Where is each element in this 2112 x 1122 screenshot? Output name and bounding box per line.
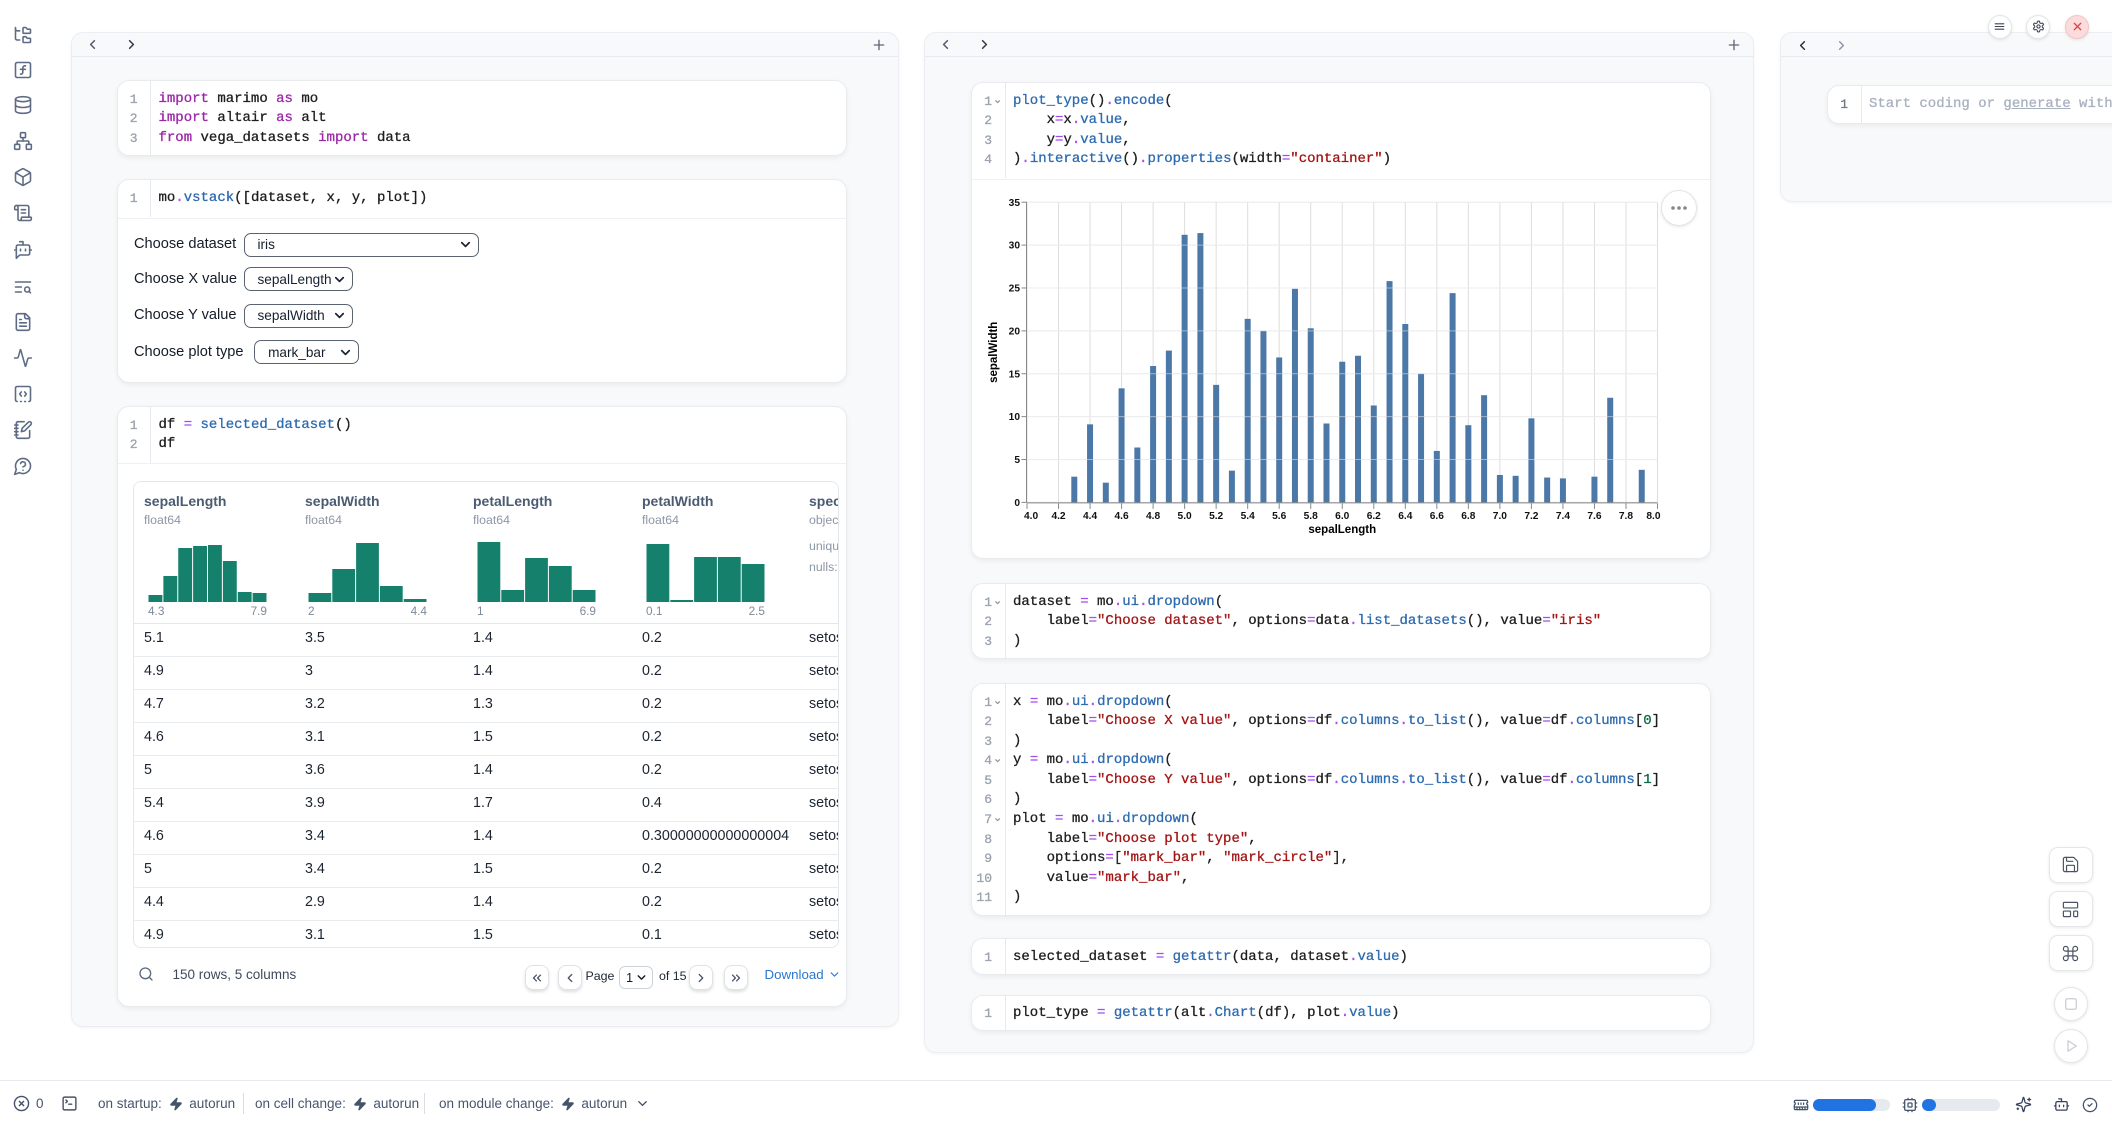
svg-text:7.4: 7.4 xyxy=(1556,511,1570,522)
svg-text:5.8: 5.8 xyxy=(1304,511,1318,522)
svg-text:15: 15 xyxy=(1009,369,1021,380)
svg-text:20: 20 xyxy=(1009,326,1021,337)
svg-text:4.6: 4.6 xyxy=(1114,511,1128,522)
svg-text:5.2: 5.2 xyxy=(1209,511,1223,522)
svg-text:5: 5 xyxy=(1014,455,1020,466)
svg-text:7.6: 7.6 xyxy=(1587,511,1601,522)
svg-text:5.0: 5.0 xyxy=(1178,511,1192,522)
svg-text:6.0: 6.0 xyxy=(1335,511,1349,522)
svg-text:6.2: 6.2 xyxy=(1367,511,1381,522)
svg-text:35: 35 xyxy=(1009,198,1021,209)
svg-text:25: 25 xyxy=(1009,284,1021,295)
svg-text:0: 0 xyxy=(1014,498,1020,509)
svg-text:30: 30 xyxy=(1009,241,1021,252)
svg-text:6.6: 6.6 xyxy=(1430,511,1444,522)
svg-text:7.2: 7.2 xyxy=(1524,511,1538,522)
svg-text:5.4: 5.4 xyxy=(1241,511,1255,522)
svg-text:4.2: 4.2 xyxy=(1051,511,1065,522)
svg-text:sepalWidth: sepalWidth xyxy=(988,322,1000,383)
svg-text:4.4: 4.4 xyxy=(1083,511,1097,522)
svg-text:4.8: 4.8 xyxy=(1146,511,1160,522)
svg-text:sepalLength: sepalLength xyxy=(1308,524,1376,536)
svg-text:6.8: 6.8 xyxy=(1461,511,1475,522)
svg-text:7.0: 7.0 xyxy=(1493,511,1507,522)
svg-text:7.8: 7.8 xyxy=(1619,511,1633,522)
svg-text:10: 10 xyxy=(1009,412,1021,423)
svg-text:5.6: 5.6 xyxy=(1272,511,1286,522)
svg-text:4.0: 4.0 xyxy=(1024,511,1038,522)
svg-text:6.4: 6.4 xyxy=(1398,511,1412,522)
svg-text:8.0: 8.0 xyxy=(1646,511,1660,522)
